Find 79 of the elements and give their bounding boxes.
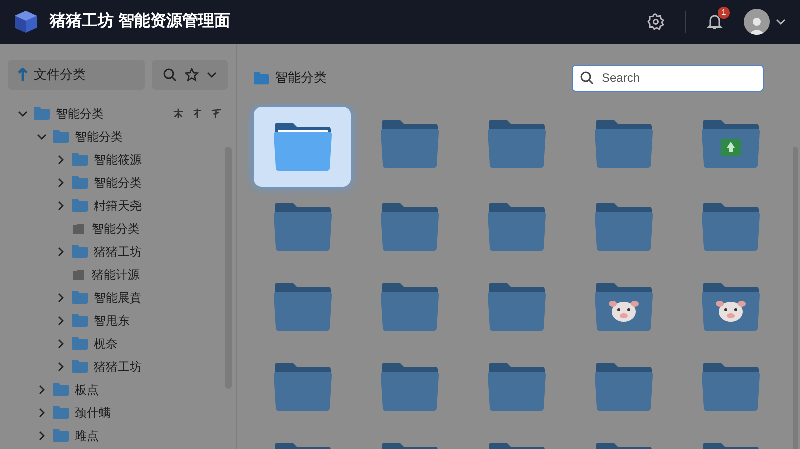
folder-icon [594, 119, 654, 169]
tree-item-label[interactable]: 颈什螨 [75, 404, 111, 422]
folder-icon [34, 107, 50, 120]
tree-item-label[interactable]: 猪能计源 [92, 266, 140, 284]
folder-icon [72, 360, 88, 373]
folder-icon [272, 282, 333, 332]
folder-icon [701, 282, 762, 332]
folder-icon [272, 202, 333, 252]
tree-item-label[interactable]: 枧奈 [94, 334, 118, 352]
tree-item-label[interactable]: 板点 [75, 380, 99, 398]
folder-icon [701, 362, 762, 412]
folder-icon [380, 362, 440, 412]
search-icon[interactable] [163, 68, 178, 82]
chevron-icon[interactable] [56, 178, 66, 188]
folder-icon [486, 202, 547, 252]
folder-icon [380, 119, 440, 169]
chevron-icon[interactable] [37, 430, 47, 440]
arrow-up-icon [18, 68, 28, 82]
folder-icon [72, 245, 88, 258]
folder-tile[interactable] [254, 107, 352, 187]
chevron-icon[interactable] [56, 292, 66, 302]
search-field[interactable]: Search [572, 64, 764, 92]
tree-item-label[interactable]: 智能分类 [75, 128, 123, 146]
folder-icon [272, 122, 333, 172]
folder-icon [380, 202, 440, 252]
chevron-icon[interactable] [56, 200, 66, 210]
chevron-icon[interactable] [56, 316, 66, 326]
folder-icon [72, 222, 86, 234]
app-title: 猪猪工坊 智能资源管理面 [50, 11, 230, 32]
avatar[interactable] [744, 9, 770, 35]
tree-item-label[interactable]: 智能分类 [92, 220, 140, 238]
folder-icon [72, 337, 88, 350]
folder-icon [701, 202, 762, 252]
notification-bell-icon[interactable] [706, 13, 724, 31]
folder-icon [72, 291, 88, 304]
tree-item-label[interactable]: 籿箝天尧 [94, 196, 142, 214]
folder-icon [272, 362, 333, 412]
chevron-icon[interactable] [56, 338, 66, 348]
folder-icon [72, 268, 86, 280]
breadcrumb[interactable]: 智能分类 [275, 68, 327, 88]
folder-icon [72, 176, 88, 189]
chevron-icon[interactable] [18, 108, 28, 118]
folder-icon [254, 72, 269, 84]
search-icon [580, 71, 594, 85]
chevron-down-icon[interactable] [207, 70, 218, 80]
folder-icon [53, 130, 69, 143]
folder-icon [594, 202, 654, 252]
folder-icon [53, 429, 69, 442]
folder-icon [72, 199, 88, 212]
cube-logo-icon [14, 10, 38, 34]
tree-item-label[interactable]: 智能展賁 [94, 288, 142, 306]
folder-icon [72, 153, 88, 166]
settings-icon[interactable] [647, 13, 665, 31]
tree-item-label[interactable]: 智甩东 [94, 312, 130, 330]
chevron-icon[interactable] [56, 362, 66, 372]
tree-item-label[interactable]: 智能分类 [56, 104, 104, 122]
category-button[interactable]: 文件分类 [8, 60, 146, 90]
folder-icon [72, 314, 88, 327]
chevron-icon[interactable] [37, 132, 47, 142]
tree-item-label[interactable]: 雎点 [75, 426, 99, 444]
folder-icon [594, 282, 654, 332]
folder-icon [486, 282, 547, 332]
chevron-icon[interactable] [56, 154, 66, 164]
folder-icon [53, 383, 69, 396]
folder-icon [701, 119, 762, 169]
folder-icon [380, 282, 440, 332]
chevron-down-icon[interactable] [776, 17, 786, 27]
chevron-icon[interactable] [56, 246, 66, 256]
tree-item-label[interactable]: 猪猪工坊 [94, 242, 142, 260]
tree-item-label[interactable]: 智能分类 [94, 174, 142, 192]
folder-icon [486, 362, 547, 412]
notification-count-badge: 1 [718, 7, 730, 19]
folder-icon [594, 362, 654, 412]
tree-item-label[interactable]: 猪猪工坊 [94, 358, 142, 376]
folder-icon [486, 119, 547, 169]
chevron-icon[interactable] [37, 408, 47, 418]
folder-icon [53, 406, 69, 419]
chevron-icon[interactable] [37, 384, 47, 394]
tree-item-label[interactable]: 智能筱源 [94, 150, 142, 168]
